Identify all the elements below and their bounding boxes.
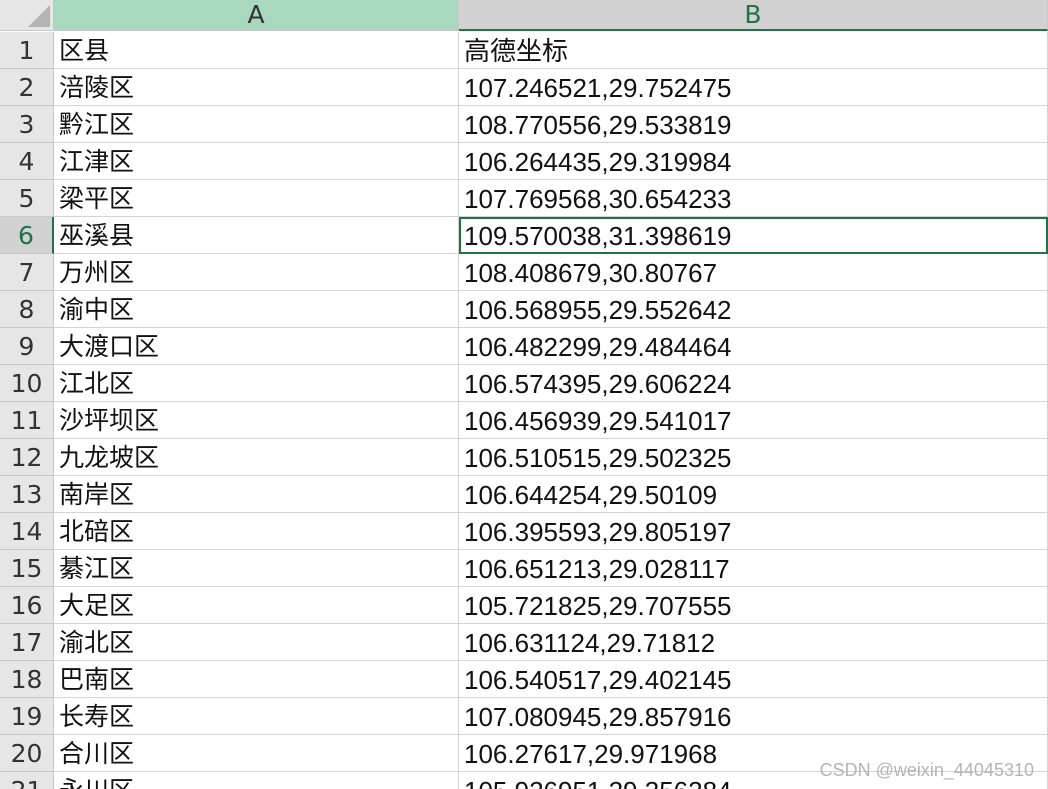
table-row: 8 渝中区 106.568955,29.552642 xyxy=(0,291,1048,328)
table-row: 12 九龙坡区 106.510515,29.502325 xyxy=(0,439,1048,476)
cell-coordinates[interactable]: 106.395593,29.805197 xyxy=(459,513,1048,550)
row-header[interactable]: 14 xyxy=(0,513,54,550)
cell-coordinates[interactable]: 108.408679,30.80767 xyxy=(459,254,1048,291)
row-header[interactable]: 11 xyxy=(0,402,54,439)
active-cell[interactable]: 109.570038,31.398619 xyxy=(459,217,1048,254)
cell-coordinates[interactable]: 106.510515,29.502325 xyxy=(459,439,1048,476)
cell-district[interactable]: 大足区 xyxy=(54,587,459,624)
cell-district[interactable]: 九龙坡区 xyxy=(54,439,459,476)
row-header[interactable]: 4 xyxy=(0,143,54,180)
row-header[interactable]: 19 xyxy=(0,698,54,735)
row-header[interactable]: 5 xyxy=(0,180,54,217)
table-row: 11 沙坪坝区 106.456939,29.541017 xyxy=(0,402,1048,439)
table-row: 18 巴南区 106.540517,29.402145 xyxy=(0,661,1048,698)
row-header[interactable]: 20 xyxy=(0,735,54,772)
select-all-triangle-icon xyxy=(28,5,50,27)
cell-district[interactable]: 沙坪坝区 xyxy=(54,402,459,439)
row-header[interactable]: 13 xyxy=(0,476,54,513)
cell-coordinates[interactable]: 106.264435,29.319984 xyxy=(459,143,1048,180)
column-header-a[interactable]: A xyxy=(54,0,459,31)
cell-coordinates[interactable]: 106.456939,29.541017 xyxy=(459,402,1048,439)
cell-coordinates[interactable]: 106.568955,29.552642 xyxy=(459,291,1048,328)
cell-district[interactable]: 涪陵区 xyxy=(54,69,459,106)
table-row: 19 长寿区 107.080945,29.857916 xyxy=(0,698,1048,735)
cell-coordinates[interactable]: 106.540517,29.402145 xyxy=(459,661,1048,698)
row-header[interactable]: 1 xyxy=(0,32,54,69)
cell-coordinates[interactable]: 高德坐标 xyxy=(459,32,1048,69)
table-row: 2 涪陵区 107.246521,29.752475 xyxy=(0,69,1048,106)
cell-district[interactable]: 渝中区 xyxy=(54,291,459,328)
table-row: 9 大渡口区 106.482299,29.484464 xyxy=(0,328,1048,365)
table-row: 17 渝北区 106.631124,29.71812 xyxy=(0,624,1048,661)
cell-district[interactable]: 江津区 xyxy=(54,143,459,180)
row-header[interactable]: 8 xyxy=(0,291,54,328)
cell-coordinates[interactable]: 108.770556,29.533819 xyxy=(459,106,1048,143)
cell-district[interactable]: 綦江区 xyxy=(54,550,459,587)
cell-district[interactable]: 合川区 xyxy=(54,735,459,772)
watermark: CSDN @weixin_44045310 xyxy=(819,760,1034,780)
cell-district[interactable]: 万州区 xyxy=(54,254,459,291)
table-row: 6 巫溪县 109.570038,31.398619 xyxy=(0,217,1048,254)
table-row: 3 黔江区 108.770556,29.533819 xyxy=(0,106,1048,143)
cell-district[interactable]: 渝北区 xyxy=(54,624,459,661)
cell-coordinates[interactable]: 105.721825,29.707555 xyxy=(459,587,1048,624)
table-row: 13 南岸区 106.644254,29.50109 xyxy=(0,476,1048,513)
row-header[interactable]: 9 xyxy=(0,328,54,365)
cell-district[interactable]: 区县 xyxy=(54,32,459,69)
cell-coordinates[interactable]: 106.644254,29.50109 xyxy=(459,476,1048,513)
cell-district[interactable]: 南岸区 xyxy=(54,476,459,513)
row-header[interactable]: 17 xyxy=(0,624,54,661)
row-header[interactable]: 6 xyxy=(0,217,54,254)
table-row: 16 大足区 105.721825,29.707555 xyxy=(0,587,1048,624)
table-row: 10 江北区 106.574395,29.606224 xyxy=(0,365,1048,402)
row-header[interactable]: 21 xyxy=(0,772,54,789)
cell-coordinates[interactable]: 106.631124,29.71812 xyxy=(459,624,1048,661)
table-row: 5 梁平区 107.769568,30.654233 xyxy=(0,180,1048,217)
table-row: 15 綦江区 106.651213,29.028117 xyxy=(0,550,1048,587)
cell-coordinates[interactable]: 107.769568,30.654233 xyxy=(459,180,1048,217)
table-row: 7 万州区 108.408679,30.80767 xyxy=(0,254,1048,291)
row-header[interactable]: 12 xyxy=(0,439,54,476)
select-all-button[interactable] xyxy=(0,0,54,31)
cell-district[interactable]: 巴南区 xyxy=(54,661,459,698)
cell-district[interactable]: 黔江区 xyxy=(54,106,459,143)
row-header[interactable]: 7 xyxy=(0,254,54,291)
cell-district[interactable]: 大渡口区 xyxy=(54,328,459,365)
row-header[interactable]: 3 xyxy=(0,106,54,143)
spreadsheet: A B 1 区县 高德坐标 2 涪陵区 107.246521,29.752475 3 黔江区 1… xyxy=(0,0,1048,789)
cell-coordinates[interactable]: 106.574395,29.606224 xyxy=(459,365,1048,402)
row-header[interactable]: 18 xyxy=(0,661,54,698)
table-row: 4 江津区 106.264435,29.319984 xyxy=(0,143,1048,180)
row-header[interactable]: 10 xyxy=(0,365,54,402)
cell-district[interactable]: 梁平区 xyxy=(54,180,459,217)
cell-coordinates[interactable]: 107.246521,29.752475 xyxy=(459,69,1048,106)
row-header[interactable]: 15 xyxy=(0,550,54,587)
cell-coordinates[interactable]: 106.651213,29.028117 xyxy=(459,550,1048,587)
row-header[interactable]: 2 xyxy=(0,69,54,106)
cell-coordinates[interactable]: 107.080945,29.857916 xyxy=(459,698,1048,735)
row-header[interactable]: 16 xyxy=(0,587,54,624)
table-row: 14 北碚区 106.395593,29.805197 xyxy=(0,513,1048,550)
cell-district[interactable]: 巫溪县 xyxy=(54,217,459,254)
cell-district[interactable]: 长寿区 xyxy=(54,698,459,735)
cell-district[interactable]: 北碚区 xyxy=(54,513,459,550)
cell-coordinates[interactable]: 106.482299,29.484464 xyxy=(459,328,1048,365)
table-row: 1 区县 高德坐标 xyxy=(0,32,1048,69)
cell-district[interactable]: 江北区 xyxy=(54,365,459,402)
cell-district[interactable]: 永川区 xyxy=(54,772,459,789)
column-header-b[interactable]: B xyxy=(459,0,1048,31)
